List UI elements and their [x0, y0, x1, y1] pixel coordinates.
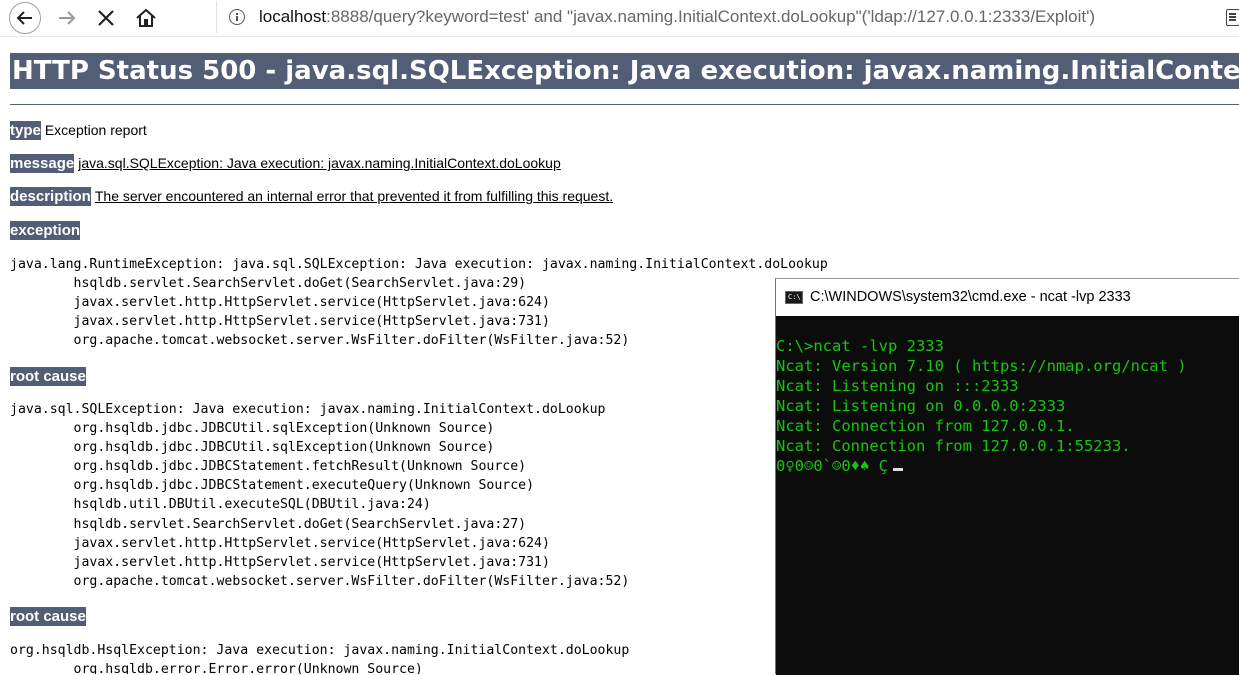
cmd-title: C:\WINDOWS\system32\cmd.exe - ncat -lvp … — [810, 289, 1131, 305]
address-bar[interactable]: localhost:8888/query?keyword=test' and "… — [216, 1, 1239, 33]
cmd-terminal[interactable]: C:\>ncat -lvp 2333 Ncat: Version 7.10 ( … — [776, 316, 1239, 675]
terminal-cursor — [892, 468, 903, 471]
root-cause-label: root cause — [10, 607, 86, 626]
terminal-line: Ncat: Version 7.10 ( https://nmap.org/nc… — [776, 357, 1187, 375]
description-field: description The server encountered an int… — [10, 187, 614, 206]
exception-trace: java.lang.RuntimeException: java.sql.SQL… — [10, 257, 828, 349]
cmd-icon: C:\ — [785, 291, 803, 304]
url-host: localhost — [259, 7, 327, 26]
divider — [10, 104, 1239, 105]
type-label: type — [10, 121, 41, 140]
description-value: The server encountered an internal error… — [94, 188, 614, 204]
message-field: message java.sql.SQLException: Java execu… — [10, 154, 561, 173]
close-icon — [98, 10, 114, 26]
home-icon — [136, 8, 156, 27]
terminal-line: Ncat: Connection from 127.0.0.1:55233. — [776, 437, 1131, 455]
url-path: :8888/query?keyword=test' and "javax.nam… — [326, 7, 1095, 26]
exception-label: exception — [10, 221, 81, 240]
terminal-line: C:\>ncat -lvp 2333 — [776, 337, 944, 355]
message-label: message — [10, 154, 75, 173]
root-cause-label: root cause — [10, 367, 86, 386]
root-cause-trace: org.hsqldb.HsqlException: Java execution… — [10, 643, 630, 674]
url-text[interactable]: localhost:8888/query?keyword=test' and "… — [259, 7, 1179, 27]
arrow-right-icon — [59, 11, 76, 25]
terminal-line: Ncat: Listening on 0.0.0.0:2333 — [776, 397, 1066, 415]
terminal-line-output: 0♀0☺0`☺0♦♠ Ç — [776, 456, 903, 476]
browser-toolbar: localhost:8888/query?keyword=test' and "… — [0, 0, 1239, 37]
arrow-left-icon — [16, 11, 32, 25]
description-label: description — [10, 187, 91, 206]
terminal-line: Ncat: Listening on :::2333 — [776, 377, 1019, 395]
reader-view-icon[interactable] — [1226, 9, 1239, 26]
type-value: Exception report — [44, 122, 147, 138]
type-field: type Exception report — [10, 121, 147, 140]
info-icon[interactable] — [229, 9, 245, 25]
terminal-line: Ncat: Connection from 127.0.0.1. — [776, 417, 1075, 435]
terminal-binary-output: 0♀0☺0`☺0♦♠ Ç — [776, 457, 888, 475]
forward-button[interactable] — [52, 3, 82, 33]
cmd-icon-text: C:\ — [788, 293, 801, 301]
cmd-titlebar[interactable]: C:\ C:\WINDOWS\system32\cmd.exe - ncat -… — [776, 279, 1239, 316]
page-title: HTTP Status 500 - java.sql.SQLException:… — [10, 53, 1239, 89]
message-value: java.sql.SQLException: Java execution: j… — [78, 155, 561, 171]
back-button[interactable] — [9, 2, 41, 34]
root-cause-trace: java.sql.SQLException: Java execution: j… — [10, 402, 630, 589]
home-button[interactable] — [131, 3, 161, 33]
stop-button[interactable] — [91, 3, 121, 33]
cmd-window[interactable]: C:\ C:\WINDOWS\system32\cmd.exe - ncat -… — [775, 278, 1239, 675]
